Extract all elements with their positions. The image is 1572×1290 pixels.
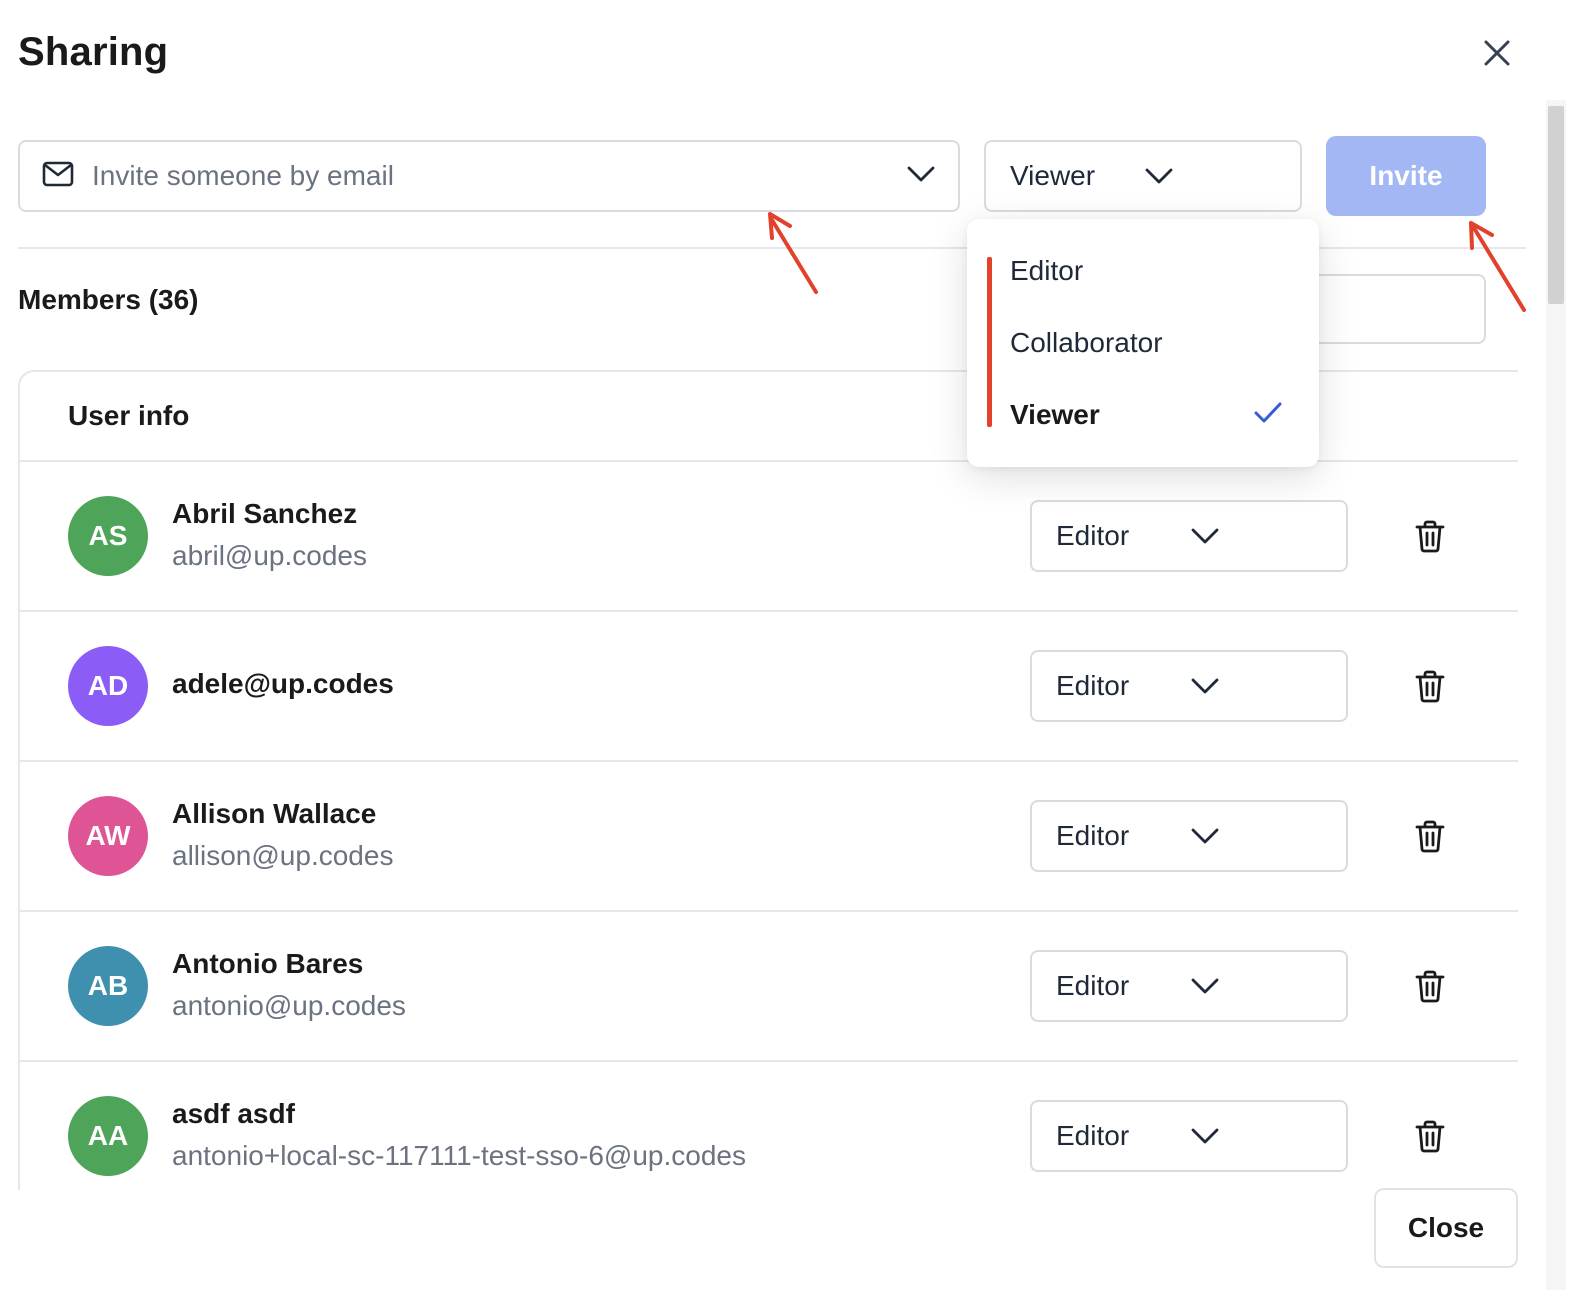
member-role-value: Editor bbox=[1056, 520, 1130, 551]
trash-icon[interactable] bbox=[1412, 668, 1448, 704]
chevron-down-icon bbox=[906, 165, 936, 188]
member-email: antonio+local-sc-117111-test-sso-6@up.co… bbox=[172, 1140, 746, 1171]
trash-icon[interactable] bbox=[1412, 518, 1448, 554]
member-role-select[interactable]: Editor bbox=[1030, 500, 1348, 572]
invite-role-select[interactable]: Viewer bbox=[984, 140, 1302, 212]
table-row: AB Antonio Bares antonio@up.codes Editor bbox=[20, 912, 1518, 1062]
member-name: Antonio Bares bbox=[172, 948, 364, 979]
invite-role-value: Viewer bbox=[1010, 160, 1096, 191]
member-email: allison@up.codes bbox=[172, 840, 394, 871]
trash-icon[interactable] bbox=[1412, 818, 1448, 854]
avatar: AW bbox=[68, 796, 148, 876]
table-row: AD adele@up.codes Editor bbox=[20, 612, 1518, 762]
annotation-bar bbox=[987, 257, 992, 427]
chevron-down-icon bbox=[1190, 970, 1324, 1002]
member-email: antonio@up.codes bbox=[172, 990, 406, 1021]
dialog-title: Sharing bbox=[18, 30, 169, 74]
role-option-collaborator[interactable]: Collaborator bbox=[1010, 327, 1163, 359]
member-role-select[interactable]: Editor bbox=[1030, 800, 1348, 872]
annotation-arrow-icon bbox=[768, 212, 818, 294]
checkmark-icon bbox=[1253, 401, 1283, 430]
chevron-down-icon bbox=[1190, 670, 1324, 702]
member-role-select[interactable]: Editor bbox=[1030, 650, 1348, 722]
sharing-dialog: Sharing Invite someone by email Viewer I… bbox=[0, 0, 1546, 1290]
chevron-down-icon bbox=[1190, 820, 1324, 852]
avatar: AD bbox=[68, 646, 148, 726]
role-option-viewer[interactable]: Viewer bbox=[1010, 399, 1100, 431]
member-name: Abril Sanchez bbox=[172, 498, 358, 529]
members-table: User info AS Abril Sanchez abril@up.code… bbox=[18, 370, 1518, 1190]
member-role-value: Editor bbox=[1056, 820, 1130, 851]
trash-icon[interactable] bbox=[1412, 968, 1448, 1004]
members-heading: Members (36) bbox=[18, 284, 199, 315]
chevron-down-icon bbox=[1144, 160, 1278, 192]
member-name: Allison Wallace bbox=[172, 798, 377, 829]
table-row: AW Allison Wallace allison@up.codes Edit… bbox=[20, 762, 1518, 912]
table-row: AA asdf asdf antonio+local-sc-117111-tes… bbox=[20, 1062, 1518, 1190]
member-role-value: Editor bbox=[1056, 670, 1130, 701]
member-role-select[interactable]: Editor bbox=[1030, 1100, 1348, 1172]
envelope-icon bbox=[42, 161, 74, 192]
member-role-value: Editor bbox=[1056, 970, 1130, 1001]
avatar: AS bbox=[68, 496, 148, 576]
role-dropdown-menu: Editor Collaborator Viewer bbox=[967, 219, 1319, 467]
avatar: AA bbox=[68, 1096, 148, 1176]
chevron-down-icon bbox=[1190, 1120, 1324, 1152]
avatar: AB bbox=[68, 946, 148, 1026]
close-button[interactable]: Close bbox=[1374, 1188, 1518, 1268]
chevron-down-icon bbox=[1190, 520, 1324, 552]
trash-icon[interactable] bbox=[1412, 1118, 1448, 1154]
member-role-select[interactable]: Editor bbox=[1030, 950, 1348, 1022]
invite-button[interactable]: Invite bbox=[1326, 136, 1486, 216]
table-row: AS Abril Sanchez abril@up.codes Editor bbox=[20, 462, 1518, 612]
invite-email-placeholder: Invite someone by email bbox=[92, 160, 394, 191]
invite-email-input[interactable]: Invite someone by email bbox=[18, 140, 960, 212]
member-name: adele@up.codes bbox=[172, 668, 394, 699]
member-name: asdf asdf bbox=[172, 1098, 295, 1129]
close-icon[interactable] bbox=[1474, 30, 1520, 76]
member-role-value: Editor bbox=[1056, 1120, 1130, 1151]
member-email: abril@up.codes bbox=[172, 540, 367, 571]
role-option-editor[interactable]: Editor bbox=[1010, 255, 1083, 287]
scrollbar-thumb[interactable] bbox=[1548, 106, 1564, 304]
